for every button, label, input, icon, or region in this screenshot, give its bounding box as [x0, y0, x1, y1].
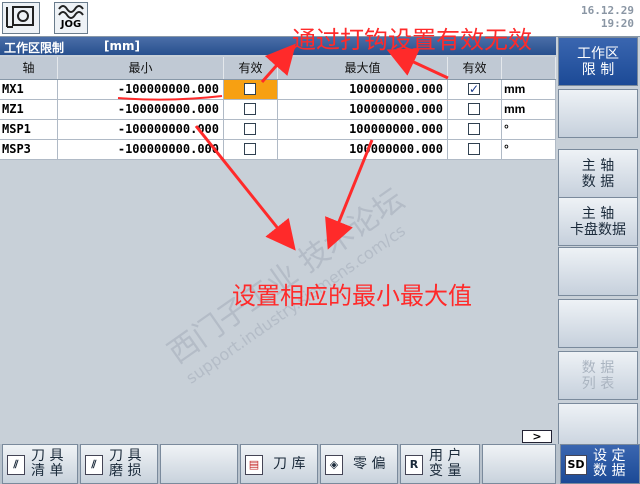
- table-row: MSP3 -100000000.000 100000000.000 °: [0, 140, 556, 160]
- max-active-checkbox[interactable]: [468, 80, 480, 98]
- softkey-empty-5[interactable]: [558, 247, 638, 296]
- annotation-top: 通过打钩设置有效无效: [292, 26, 532, 54]
- unit-cell: mm: [502, 80, 556, 100]
- r-variable-icon: R: [405, 455, 423, 475]
- mode-label: JOG: [60, 19, 82, 30]
- col-axis: 轴: [0, 57, 58, 79]
- date: 16.12.29: [581, 4, 634, 17]
- softkey-data-list: 数 据列 表: [558, 351, 638, 400]
- min-active-cell[interactable]: [224, 100, 278, 120]
- horizontal-scroll-track[interactable]: [0, 432, 520, 443]
- min-active-cell[interactable]: [224, 140, 278, 160]
- softkey-empty-h7[interactable]: [482, 444, 556, 484]
- axis-name: MX1: [0, 80, 58, 100]
- date-time: 16.12.29 19:20: [581, 4, 634, 30]
- softkey-empty-2[interactable]: [558, 89, 638, 138]
- min-value-field[interactable]: -100000000.000: [58, 100, 224, 120]
- unit-cell: mm: [502, 100, 556, 120]
- col-unit: [502, 57, 556, 79]
- max-active-cell[interactable]: [448, 140, 502, 160]
- table-header: 轴 最小 有效 最大值 有效: [0, 57, 556, 80]
- min-active-checkbox[interactable]: [244, 103, 256, 115]
- zero-offset-icon: ◈: [325, 455, 343, 475]
- axis-name: MSP1: [0, 120, 58, 140]
- magazine-icon: ▤: [245, 455, 263, 475]
- axis-name: MZ1: [0, 100, 58, 120]
- work-area-limit-table: 轴 最小 有效 最大值 有效 MX1 -100000000.000 100000…: [0, 57, 556, 160]
- softkey-tool-list[interactable]: ⫽ 刀 具清 单: [2, 444, 78, 484]
- max-active-checkbox[interactable]: [468, 103, 480, 115]
- softkey-tool-wear[interactable]: ⫽ 刀 具磨 损: [80, 444, 158, 484]
- min-active-checkbox[interactable]: [244, 123, 256, 135]
- min-value-field[interactable]: -100000000.000: [58, 140, 224, 160]
- tool-wear-icon: ⫽: [85, 455, 103, 475]
- softkey-empty-h3[interactable]: [160, 444, 238, 484]
- softkey-spindle-data[interactable]: 主 轴数 据: [558, 149, 638, 198]
- scroll-right-button[interactable]: >: [522, 430, 552, 443]
- col-max: 最大值: [278, 57, 448, 79]
- min-active-checkbox[interactable]: [244, 143, 256, 155]
- table-row: MZ1 -100000000.000 100000000.000 mm: [0, 100, 556, 120]
- sd-icon: SD: [565, 455, 587, 475]
- max-value-field[interactable]: 100000000.000: [278, 140, 448, 160]
- softkey-spindle-chuck-data[interactable]: 主 轴卡盘数据: [558, 197, 638, 246]
- col-min-active: 有效: [224, 57, 278, 79]
- unit-cell: °: [502, 140, 556, 160]
- axis-name: MSP3: [0, 140, 58, 160]
- col-min: 最小: [58, 57, 224, 79]
- min-value-field[interactable]: -100000000.000: [58, 80, 224, 100]
- softkey-user-variable[interactable]: R 用 户变 量: [400, 444, 480, 484]
- max-value-field[interactable]: 100000000.000: [278, 120, 448, 140]
- jog-mode-icon: JOG: [54, 2, 88, 34]
- max-active-checkbox[interactable]: [468, 123, 480, 135]
- min-active-checkbox[interactable]: [244, 83, 256, 95]
- min-active-cell[interactable]: [224, 120, 278, 140]
- horizontal-softkeys: ⫽ 刀 具清 单 ⫽ 刀 具磨 损 ▤ 刀 库 ◈ 零 偏 R 用 户变 量 S…: [0, 444, 640, 484]
- max-value-field[interactable]: 100000000.000: [278, 100, 448, 120]
- table-row: MSP1 -100000000.000 100000000.000 °: [0, 120, 556, 140]
- tool-list-icon: ⫽: [7, 455, 25, 475]
- table-row: MX1 -100000000.000 100000000.000 mm: [0, 80, 556, 100]
- max-active-checkbox[interactable]: [468, 143, 480, 155]
- max-value-field[interactable]: 100000000.000: [278, 80, 448, 100]
- softkey-magazine[interactable]: ▤ 刀 库: [240, 444, 318, 484]
- max-active-cell[interactable]: [448, 100, 502, 120]
- min-active-cell[interactable]: [224, 80, 278, 100]
- time: 19:20: [600, 17, 634, 30]
- softkey-setting-data[interactable]: SD 设 定数 据: [560, 444, 640, 484]
- softkey-work-area-limit[interactable]: 工作区限 制: [558, 37, 638, 86]
- softkey-empty-6[interactable]: [558, 299, 638, 348]
- machine-icon: [2, 2, 40, 34]
- unit-cell: °: [502, 120, 556, 140]
- watermark-line1: 西门子工业 技术论坛: [161, 182, 411, 372]
- max-active-cell[interactable]: [448, 80, 502, 100]
- annotation-center: 设置相应的最小最大值: [232, 282, 472, 310]
- unit-label: [mm]: [104, 39, 140, 53]
- page-title: 工作区限制: [4, 41, 65, 55]
- min-value-field[interactable]: -100000000.000: [58, 120, 224, 140]
- softkey-zero-offset[interactable]: ◈ 零 偏: [320, 444, 398, 484]
- max-active-cell[interactable]: [448, 120, 502, 140]
- col-max-active: 有效: [448, 57, 502, 79]
